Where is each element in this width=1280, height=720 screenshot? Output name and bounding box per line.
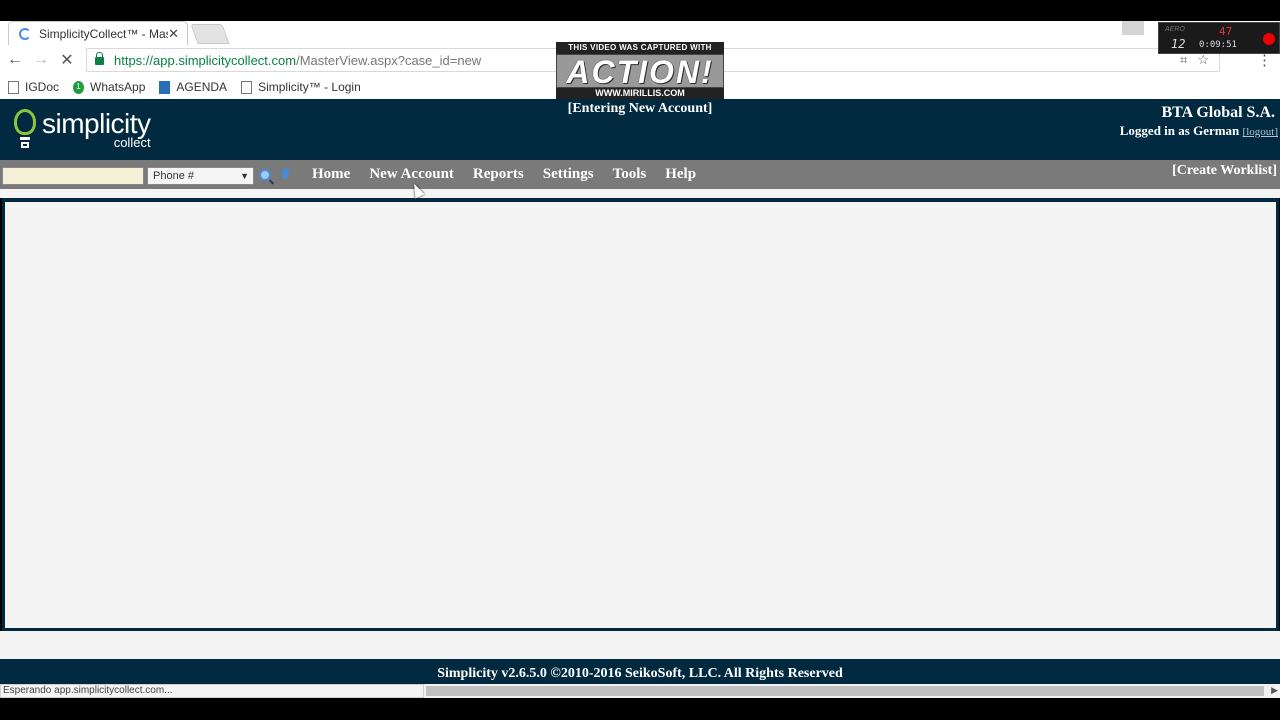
agenda-icon — [159, 80, 171, 94]
nav-spacer — [0, 189, 1280, 198]
content-spacer — [0, 631, 1280, 659]
nav-new-account[interactable]: New Account — [369, 166, 454, 183]
bookmark-whatsapp[interactable]: 1 WhatsApp — [73, 80, 145, 94]
bookmark-label: Simplicity™ - Login — [258, 80, 361, 94]
user-name: German — [1193, 123, 1240, 138]
recorder-fps: 47 — [1219, 25, 1233, 38]
nav-home[interactable]: Home — [312, 166, 350, 183]
bookmark-agenda[interactable]: AGENDA — [159, 80, 227, 94]
record-icon[interactable] — [1263, 33, 1275, 45]
whatsapp-icon: 1 — [73, 80, 85, 94]
forward-arrow-icon[interactable]: → — [31, 50, 51, 70]
url-scheme: https:// — [114, 52, 154, 68]
nav-reports[interactable]: Reports — [473, 166, 524, 183]
app-header: simplicity collect [Entering New Account… — [0, 99, 1280, 160]
bookmark-label: IGDoc — [25, 80, 60, 94]
login-info: Logged in as German [logout] — [1120, 123, 1278, 139]
page-status: [Entering New Account] — [567, 101, 713, 116]
recorder-value: 12 — [1171, 37, 1186, 51]
app-footer: Simplicity v2.6.5.0 ©2010-2016 SeikoSoft… — [0, 659, 1280, 685]
logged-in-prefix: Logged in as — [1119, 123, 1194, 138]
page-icon — [8, 80, 19, 94]
recorder-aero-label: AERO — [1165, 26, 1185, 33]
browser-tab[interactable]: SimplicityCollect™ - Mas ✕ — [8, 21, 188, 45]
scrollbar-thumb[interactable] — [426, 686, 1264, 696]
lock-icon — [95, 52, 104, 65]
translate-icon[interactable]: ⌗ — [1180, 52, 1187, 68]
watermark-line1: THIS VIDEO WAS CAPTURED WITH — [556, 42, 724, 54]
tab-title: SimplicityCollect™ - Mas — [39, 26, 169, 41]
bookmark-simplicity-login[interactable]: Simplicity™ - Login — [241, 80, 361, 94]
recorder-widget: AERO 47 12 0:09:51 — [1158, 22, 1280, 54]
bookmark-star-icon[interactable]: ☆ — [1197, 52, 1209, 68]
main-content-panel — [2, 198, 1279, 631]
omnibox-actions: ⌗ ☆ — [1180, 52, 1209, 68]
company-name: BTA Global S.A. — [1161, 104, 1275, 121]
loading-spinner-icon — [19, 27, 31, 40]
scroll-right-arrow-icon[interactable]: ▶ — [1271, 685, 1278, 696]
search-type-select[interactable]: Phone # ▼ — [147, 167, 254, 185]
capture-watermark: THIS VIDEO WAS CAPTURED WITH ACTION! WWW… — [556, 42, 724, 100]
nav-help[interactable]: Help — [665, 166, 696, 183]
url-path: /MasterView.aspx?case_id=new — [296, 52, 482, 68]
nav-settings[interactable]: Settings — [543, 166, 594, 183]
nav-menu: Home New Account Reports Settings Tools … — [312, 160, 715, 189]
microphone-icon[interactable] — [282, 168, 289, 179]
browser-status-bar: Esperando app.simplicitycollect.com... — [0, 684, 424, 698]
search-input[interactable] — [2, 167, 144, 185]
url-host: app.simplicitycollect.com — [153, 52, 297, 68]
search-icon[interactable] — [259, 169, 271, 181]
horizontal-scrollbar[interactable]: ▶ — [424, 684, 1280, 698]
bookmark-label: AGENDA — [176, 80, 228, 94]
recorder-time: 0:09:51 — [1199, 40, 1237, 50]
back-arrow-icon[interactable]: ← — [5, 50, 25, 70]
logout-link[interactable]: [logout] — [1243, 126, 1278, 138]
close-tab-icon[interactable]: ✕ — [168, 26, 179, 42]
stop-loading-icon[interactable]: ✕ — [57, 50, 77, 70]
main-nav: Phone # ▼ Home New Account Reports Setti… — [0, 160, 1280, 189]
dropdown-arrow-icon: ▼ — [240, 171, 249, 181]
page-icon — [241, 80, 253, 94]
nav-tools[interactable]: Tools — [613, 166, 647, 183]
create-worklist-link[interactable]: [Create Worklist] — [1172, 163, 1277, 179]
bookmark-label: WhatsApp — [90, 80, 146, 94]
search-type-value: Phone # — [153, 170, 194, 182]
watermark-logo: ACTION! — [556, 54, 724, 89]
bookmark-igdoc[interactable]: IGDoc — [8, 80, 59, 94]
screen: SimplicityCollect™ - Mas ✕ ← → ✕ https:/… — [0, 0, 1280, 720]
new-tab-button[interactable] — [190, 24, 230, 44]
profile-icon[interactable] — [1122, 21, 1144, 35]
